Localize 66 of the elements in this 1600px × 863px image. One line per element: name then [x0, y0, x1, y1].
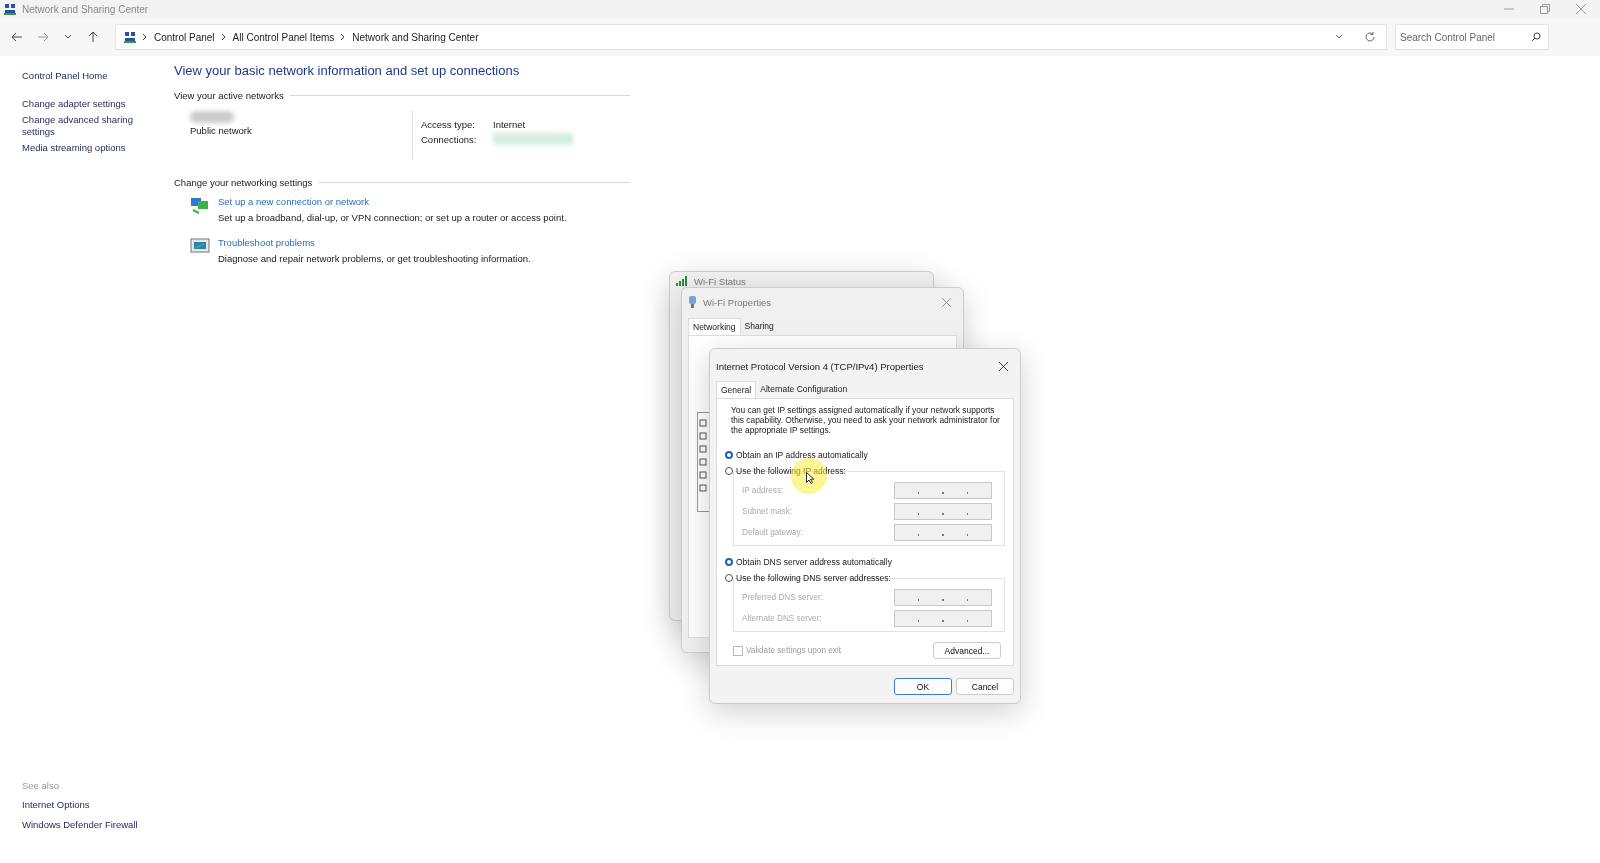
advanced-button[interactable]: Advanced...	[933, 642, 1001, 659]
task-link[interactable]: Set up a new connection or network	[218, 196, 567, 207]
back-arrow-icon[interactable]	[11, 31, 23, 43]
ip-address-field[interactable]	[894, 589, 992, 606]
window-title: Network and Sharing Center	[22, 3, 149, 15]
field-label: Subnet mask:	[742, 507, 793, 516]
task-description: Diagnose and repair network problems, or get troubleshooting information.	[218, 253, 531, 264]
ip-address-field[interactable]	[894, 524, 992, 541]
ip-address-field[interactable]	[894, 482, 992, 499]
sidebar-link[interactable]: Change advanced sharing settings	[22, 114, 134, 138]
field-label: IP address:	[742, 486, 784, 495]
see-also-link[interactable]: Internet Options	[22, 799, 174, 811]
radio-option[interactable]: Use the following DNS server addresses:	[725, 570, 1005, 586]
dialog-tab[interactable]: Networking	[688, 318, 741, 335]
network-type: Public network	[190, 125, 253, 136]
signal-bars-icon	[676, 276, 688, 286]
ip-address-field[interactable]	[894, 610, 992, 627]
blurred-network-name	[190, 111, 234, 123]
connections-label: Connections:	[421, 133, 478, 145]
see-also-heading: See also	[22, 780, 60, 791]
ip-address-field[interactable]	[894, 503, 992, 520]
monitor-icon	[190, 237, 210, 255]
cancel-button[interactable]: Cancel	[956, 678, 1014, 695]
dialog-title: Wi-Fi Properties	[703, 296, 772, 308]
section-label: Change your networking settings	[174, 177, 313, 188]
address-bar[interactable]: Control Panel All Control Panel Items Network and Sharing Center	[115, 24, 1387, 50]
radio-option[interactable]: Obtain an IP address automatically	[725, 447, 1005, 463]
radio-option[interactable]: Obtain DNS server address automatically	[725, 554, 1005, 570]
mouse-pointer-icon	[806, 472, 814, 484]
task-description: Set up a broadband, dial-up, or VPN connection; or set up a router or access point.	[218, 212, 567, 223]
dialog-tab[interactable]: Sharing	[740, 318, 778, 335]
field-label: Default gateway:	[742, 528, 803, 537]
up-arrow-icon[interactable]	[87, 31, 99, 43]
refresh-icon[interactable]	[1364, 31, 1376, 43]
forward-arrow-icon[interactable]	[37, 31, 49, 43]
network-adapter-icon	[688, 296, 697, 308]
dialog-tab[interactable]: Alternate Configuration	[756, 381, 852, 398]
network-icon	[4, 3, 16, 15]
intro-text: You can get IP settings assigned automatically if your network supports this capability. Otherwise, you need to ask your network administrator for the appropriate IP settings.	[731, 405, 1001, 435]
sidebar-link[interactable]: Control Panel Home	[22, 70, 134, 82]
dialog-title: Wi-Fi Status	[694, 275, 746, 287]
access-type-value: Internet	[493, 119, 526, 130]
field-label: Preferred DNS server:	[742, 593, 823, 602]
see-also-link[interactable]: Windows Defender Firewall	[22, 819, 174, 831]
breadcrumb[interactable]: Control Panel	[154, 31, 215, 43]
breadcrumb[interactable]: All Control Panel Items	[232, 31, 335, 43]
restore-icon[interactable]	[1540, 4, 1550, 14]
sidebar-link[interactable]: Change adapter settings	[22, 98, 134, 110]
radio-option[interactable]: Use the following IP address:	[725, 463, 1005, 479]
dialog-title: Internet Protocol Version 4 (TCP/IPv4) Properties	[716, 360, 924, 372]
network-icon	[124, 31, 136, 43]
dialog-tab[interactable]: General	[716, 381, 757, 398]
chevron-right-icon	[340, 33, 347, 41]
network-setup-icon	[190, 196, 210, 214]
breadcrumb[interactable]: Network and Sharing Center	[352, 31, 479, 43]
field-label: Alternate DNS server:	[742, 614, 822, 623]
section-label: View your active networks	[174, 90, 284, 101]
sidebar-link[interactable]: Media streaming options	[22, 142, 134, 154]
chevron-right-icon	[142, 33, 148, 41]
ok-button[interactable]: OK	[894, 678, 952, 695]
search-field[interactable]: Search Control Panel	[1395, 24, 1549, 50]
access-type-label: Access type:	[421, 119, 476, 130]
close-icon[interactable]	[999, 361, 1008, 371]
page-heading: View your basic network information and set up connections	[174, 63, 521, 78]
chevron-right-icon	[220, 33, 227, 41]
task-link[interactable]: Troubleshoot problems	[218, 237, 531, 248]
